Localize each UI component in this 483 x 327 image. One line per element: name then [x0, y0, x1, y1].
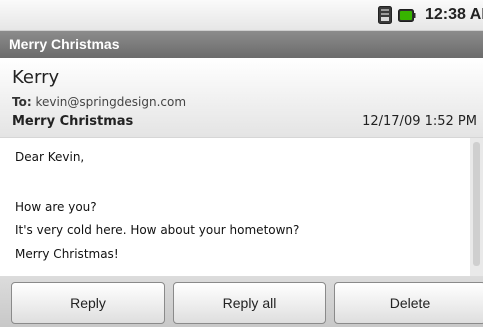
- title-bar-text: Merry Christmas: [9, 36, 120, 52]
- body-line: It's very cold here. How about your home…: [15, 223, 300, 237]
- title-bar: Merry Christmas: [0, 31, 483, 58]
- sim-card-icon: [378, 6, 392, 24]
- reply-button[interactable]: Reply: [11, 282, 165, 324]
- recipient-address[interactable]: kevin@springdesign.com: [35, 95, 186, 109]
- body-scrollbar[interactable]: [470, 138, 483, 276]
- recipient-line: To: kevin@springdesign.com: [12, 95, 186, 109]
- sender-name: Kerry: [12, 67, 60, 88]
- message-date: 12/17/09 1:52 PM: [362, 114, 477, 129]
- reply-all-button[interactable]: Reply all: [173, 282, 326, 324]
- message-body[interactable]: Dear Kevin, How are you? It's very cold …: [0, 138, 470, 276]
- status-clock: 12:38 AM: [425, 6, 483, 23]
- body-line: How are you?: [15, 200, 97, 214]
- battery-icon: [398, 9, 416, 22]
- status-bar: 12:38 AM: [0, 0, 483, 31]
- body-line: Merry Christmas!: [15, 247, 119, 261]
- body-line: Dear Kevin,: [15, 150, 85, 164]
- scrollbar-thumb[interactable]: [473, 142, 480, 266]
- action-button-bar: Reply Reply all Delete: [0, 276, 483, 327]
- to-label: To:: [12, 95, 32, 109]
- message-header: Kerry To: kevin@springdesign.com Merry C…: [0, 58, 483, 138]
- delete-button[interactable]: Delete: [334, 282, 483, 324]
- message-subject: Merry Christmas: [12, 114, 134, 129]
